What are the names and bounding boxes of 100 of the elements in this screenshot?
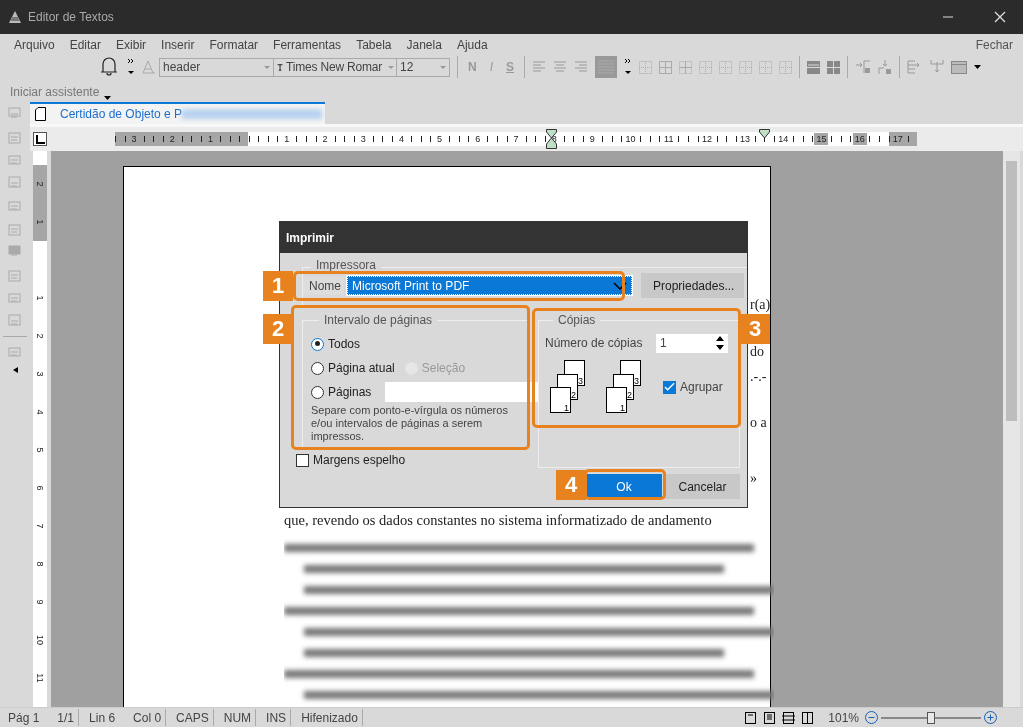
style-dropdown[interactable]: header <box>159 57 274 77</box>
ruler-number: 15 <box>814 133 829 145</box>
checkbox[interactable] <box>296 453 309 467</box>
side-tool-icon[interactable] <box>7 129 23 145</box>
table-border-icon[interactable] <box>659 60 673 74</box>
menu-item[interactable]: Exibir <box>116 38 147 52</box>
menu-item[interactable]: Janela <box>406 38 442 52</box>
checkbox[interactable] <box>663 380 676 394</box>
font-size-dropdown[interactable]: 12 <box>396 57 450 77</box>
align-icon[interactable] <box>574 61 589 73</box>
dropdown-caret-icon[interactable] <box>974 65 982 69</box>
style-icon[interactable] <box>142 60 156 74</box>
radio-button[interactable] <box>311 385 324 399</box>
ruler-number: 10 <box>35 635 45 645</box>
ruler-number: 5 <box>35 447 45 453</box>
document-text: do <box>750 344 764 360</box>
vertical-scrollbar[interactable] <box>1003 151 1020 707</box>
side-tool-icon[interactable] <box>7 152 23 168</box>
ruler-number: 2 <box>320 133 330 145</box>
dialog-button[interactable]: Cancelar <box>665 474 740 499</box>
view-mode-icon[interactable] <box>801 711 815 724</box>
align-icon[interactable] <box>532 61 547 73</box>
radio-button[interactable] <box>311 361 324 375</box>
menu-item[interactable]: Arquivo <box>14 38 55 52</box>
table-border-icon[interactable] <box>739 60 753 74</box>
status-field: INS <box>262 709 292 726</box>
side-tool-icon[interactable] <box>7 290 23 306</box>
view-mode-icon[interactable] <box>782 711 796 724</box>
menu-item[interactable]: Ajuda <box>456 38 488 52</box>
font-dropdown[interactable]: Times New Romar <box>273 57 397 77</box>
split-cells-icon[interactable] <box>807 60 821 74</box>
menu-item[interactable]: Editar <box>69 38 102 52</box>
ruler-number: 5 <box>435 133 445 145</box>
page-number: 1 <box>564 403 569 413</box>
status-field: Hifenizado <box>297 709 363 726</box>
menu-item[interactable]: Tabela <box>356 38 392 52</box>
view-mode-icon[interactable] <box>744 711 758 724</box>
close-icon[interactable] <box>994 11 1006 23</box>
option-label[interactable]: Página atual <box>328 361 395 375</box>
page-number: 3 <box>634 376 639 386</box>
checkbox-label[interactable]: Agrupar <box>680 380 723 394</box>
zoom-out-icon[interactable] <box>865 711 878 724</box>
option-label[interactable]: Todos <box>328 337 361 351</box>
ruler-number: 2 <box>35 181 45 187</box>
callout-number: 3 <box>740 314 770 344</box>
delete-row-icon[interactable] <box>930 59 945 75</box>
bell-icon[interactable] <box>100 56 118 78</box>
side-tool-icon[interactable] <box>7 344 23 360</box>
document-icon <box>35 107 46 121</box>
document-text: » <box>750 471 757 487</box>
ruler-number: 2 <box>167 133 177 145</box>
copies-spinner[interactable]: 1 <box>656 333 728 353</box>
table-border-icon[interactable] <box>639 60 653 74</box>
table-border-icon[interactable] <box>699 60 713 74</box>
side-tool-icon[interactable] <box>7 313 23 329</box>
side-tool-icon[interactable] <box>7 198 23 214</box>
align-icon[interactable] <box>553 61 568 73</box>
side-tool-icon[interactable] <box>7 221 23 237</box>
insert-column-icon[interactable] <box>855 60 872 74</box>
table-border-icon[interactable] <box>779 60 793 74</box>
ruler-number: 16 <box>852 133 867 145</box>
zoom-in-icon[interactable] <box>984 711 997 724</box>
overflow-chevron-icon[interactable] <box>624 57 633 77</box>
printer-dropdown[interactable]: Microsoft Print to PDF <box>347 276 632 295</box>
view-mode-icon[interactable] <box>763 711 777 724</box>
font-type-icon <box>277 61 284 73</box>
menu-item[interactable]: Formatar <box>209 38 259 52</box>
ruler-number: 8 <box>35 561 45 567</box>
table-properties-icon[interactable] <box>951 60 968 74</box>
close-document-link[interactable]: Fechar <box>975 38 1013 52</box>
ruler-number: 12 <box>699 133 714 145</box>
tab-stop-selector[interactable] <box>33 132 47 146</box>
insert-row-icon[interactable] <box>878 59 893 75</box>
slider-thumb[interactable] <box>927 711 935 724</box>
right-indent-marker-icon[interactable] <box>759 129 770 139</box>
ruler-number: 7 <box>35 523 45 529</box>
indent-marker-icon[interactable] <box>546 129 557 149</box>
dropdown-caret-icon[interactable] <box>104 96 112 100</box>
spin-arrows-icon[interactable] <box>716 336 724 350</box>
radio-button[interactable] <box>311 337 324 351</box>
pages-input-field[interactable] <box>385 382 540 402</box>
document-tab[interactable]: Certidão de Objeto e P <box>30 102 325 124</box>
table-border-icon[interactable] <box>719 60 733 74</box>
table-border-icon[interactable] <box>679 60 693 74</box>
side-tool-icon[interactable] <box>7 175 23 191</box>
properties-button[interactable]: Propriedades... <box>641 273 744 298</box>
menu-item[interactable]: Inserir <box>161 38 195 52</box>
ruler-number: 1 <box>35 219 45 225</box>
side-tool-icon[interactable] <box>7 267 23 283</box>
ruler-number: 1 <box>282 133 292 145</box>
checkbox-label[interactable]: Margens espelho <box>313 453 406 467</box>
status-field: Lin 6 <box>85 709 124 726</box>
zoom-slider[interactable] <box>881 711 981 724</box>
menu-item[interactable]: Ferramentas <box>273 38 342 52</box>
option-label[interactable]: Páginas <box>328 385 372 399</box>
overflow-chevron-icon[interactable] <box>127 57 135 77</box>
table-border-icon[interactable] <box>759 60 773 74</box>
merge-cells-icon[interactable] <box>827 60 841 74</box>
justify-icon[interactable] <box>595 56 618 78</box>
collapse-arrow-icon[interactable] <box>12 367 18 373</box>
